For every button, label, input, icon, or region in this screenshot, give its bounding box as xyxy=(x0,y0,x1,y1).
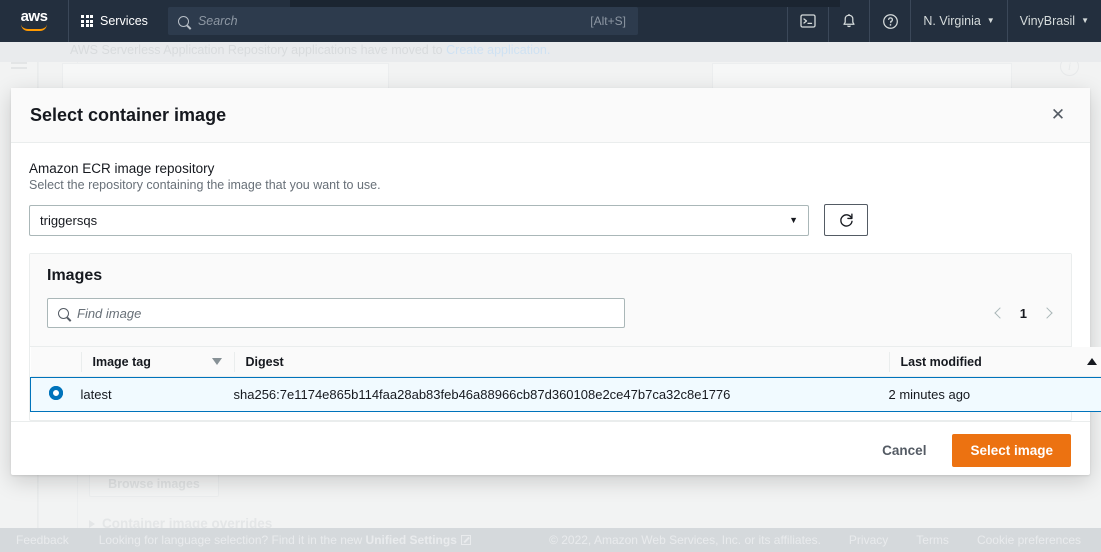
cell-digest: sha256:7e1174e865b114faa28ab83feb46a8896… xyxy=(233,376,889,412)
search-icon xyxy=(177,15,189,27)
table-header-row: Image tag Digest Last modified xyxy=(30,347,1101,376)
pagination: 1 xyxy=(994,306,1055,321)
sort-ascending-active-icon xyxy=(1086,358,1097,365)
select-column-header xyxy=(30,347,81,376)
top-navigation-bar: aws Services Search [Alt+S] N. Virginia … xyxy=(0,0,1101,42)
chevron-left-icon[interactable] xyxy=(994,307,1006,319)
page-root: i AWS Serverless Application Repository … xyxy=(0,0,1101,552)
repository-selected-value: triggersqs xyxy=(40,212,98,228)
repository-field-description: Select the repository containing the ima… xyxy=(29,178,381,192)
column-label: Image tag xyxy=(92,354,151,369)
grid-icon xyxy=(81,15,93,27)
aws-smile-icon xyxy=(21,24,47,31)
images-title: Images xyxy=(47,267,103,284)
repository-field-label: Amazon ECR image repository xyxy=(29,161,215,176)
row-radio-cell[interactable] xyxy=(30,376,81,412)
footer-right-group: © 2022, Amazon Web Services, Inc. or its… xyxy=(549,533,1101,547)
copyright-text: © 2022, Amazon Web Services, Inc. or its… xyxy=(549,533,821,547)
background-panel xyxy=(62,63,389,89)
refresh-icon xyxy=(839,213,853,227)
cell-last-modified: 2 minutes ago xyxy=(888,376,1101,412)
select-container-image-modal: Select container image ✕ Amazon ECR imag… xyxy=(11,88,1101,478)
region-label: N. Virginia xyxy=(923,14,981,28)
column-header-image-tag[interactable]: Image tag xyxy=(80,347,234,376)
close-icon[interactable]: ✕ xyxy=(1044,101,1072,129)
background-panel xyxy=(712,63,1012,89)
modal-footer: Cancel Select image xyxy=(11,421,1090,478)
table-row[interactable]: latest sha256:7e1174e865b114faa28ab83feb… xyxy=(30,376,1101,412)
external-link-icon xyxy=(460,535,471,545)
services-menu-button[interactable]: Services xyxy=(69,0,160,42)
find-image-input[interactable]: Find image xyxy=(47,298,625,328)
chevron-right-icon[interactable] xyxy=(1041,307,1053,319)
chevron-right-icon xyxy=(89,519,95,528)
images-table: Image tag Digest Last modified latest sh… xyxy=(30,347,1101,412)
page-footer: Feedback Looking for language selection?… xyxy=(0,528,1101,552)
column-label: Last modified xyxy=(900,354,982,369)
terms-link[interactable]: Terms xyxy=(916,533,949,547)
images-table-body: latest sha256:7e1174e865b114faa28ab83feb… xyxy=(30,376,1101,412)
background-banner-text: AWS Serverless Application Repository ap… xyxy=(70,43,550,57)
chevron-down-icon: ▼ xyxy=(986,16,995,25)
modal-title: Select container image xyxy=(30,104,227,125)
services-label: Services xyxy=(100,14,148,28)
cancel-button[interactable]: Cancel xyxy=(874,437,934,464)
images-panel: Images Find image 1 Image tag Digest Las… xyxy=(29,253,1101,421)
page-number[interactable]: 1 xyxy=(1020,306,1027,321)
feedback-link[interactable]: Feedback xyxy=(16,533,69,547)
aws-logo[interactable]: aws xyxy=(0,0,68,42)
search-shortcut-hint: [Alt+S] xyxy=(590,14,626,28)
language-prompt-text: Looking for language selection? Find it … xyxy=(98,533,366,547)
images-toolbar: Find image 1 xyxy=(47,298,1055,328)
region-selector[interactable]: N. Virginia ▼ xyxy=(911,0,1006,42)
find-image-placeholder: Find image xyxy=(77,305,142,321)
privacy-link[interactable]: Privacy xyxy=(849,533,888,547)
column-header-digest[interactable]: Digest xyxy=(233,347,889,376)
repository-select[interactable]: triggersqs ▼ xyxy=(29,204,809,236)
global-search-placeholder: Search xyxy=(197,14,238,28)
column-header-last-modified[interactable]: Last modified xyxy=(888,347,1101,376)
row-radio-selected[interactable] xyxy=(48,385,63,400)
footer-left-group: Feedback Looking for language selection?… xyxy=(0,533,471,547)
refresh-button[interactable] xyxy=(824,204,868,236)
chevron-down-icon: ▼ xyxy=(1081,16,1089,25)
images-panel-header: Images Find image 1 xyxy=(30,254,1071,347)
sort-descending-icon xyxy=(211,358,222,365)
modal-header: Select container image ✕ xyxy=(11,88,1090,143)
search-icon xyxy=(58,307,69,319)
account-menu[interactable]: VinyBrasil ▼ xyxy=(1008,0,1101,42)
create-application-link[interactable]: Create application. xyxy=(446,43,550,57)
images-table-head: Image tag Digest Last modified xyxy=(30,347,1101,377)
select-image-button[interactable]: Select image xyxy=(952,433,1071,467)
help-icon[interactable] xyxy=(870,0,910,42)
cookie-preferences-link[interactable]: Cookie preferences xyxy=(977,533,1081,547)
unified-settings-link[interactable]: Unified Settings xyxy=(366,533,457,547)
repository-select-row: triggersqs ▼ xyxy=(29,204,1072,236)
nav-accent-strip xyxy=(290,0,840,7)
banner-message: AWS Serverless Application Repository ap… xyxy=(70,43,447,57)
chevron-down-icon: ▼ xyxy=(789,215,798,225)
column-label: Digest xyxy=(245,354,284,369)
cell-image-tag: latest xyxy=(80,376,234,412)
modal-body: Amazon ECR image repository Select the r… xyxy=(11,143,1101,421)
language-settings-note: Looking for language selection? Find it … xyxy=(99,533,471,547)
account-label: VinyBrasil xyxy=(1019,14,1076,28)
aws-logo-text: aws xyxy=(20,8,48,25)
global-search-input[interactable]: Search [Alt+S] xyxy=(167,7,638,35)
